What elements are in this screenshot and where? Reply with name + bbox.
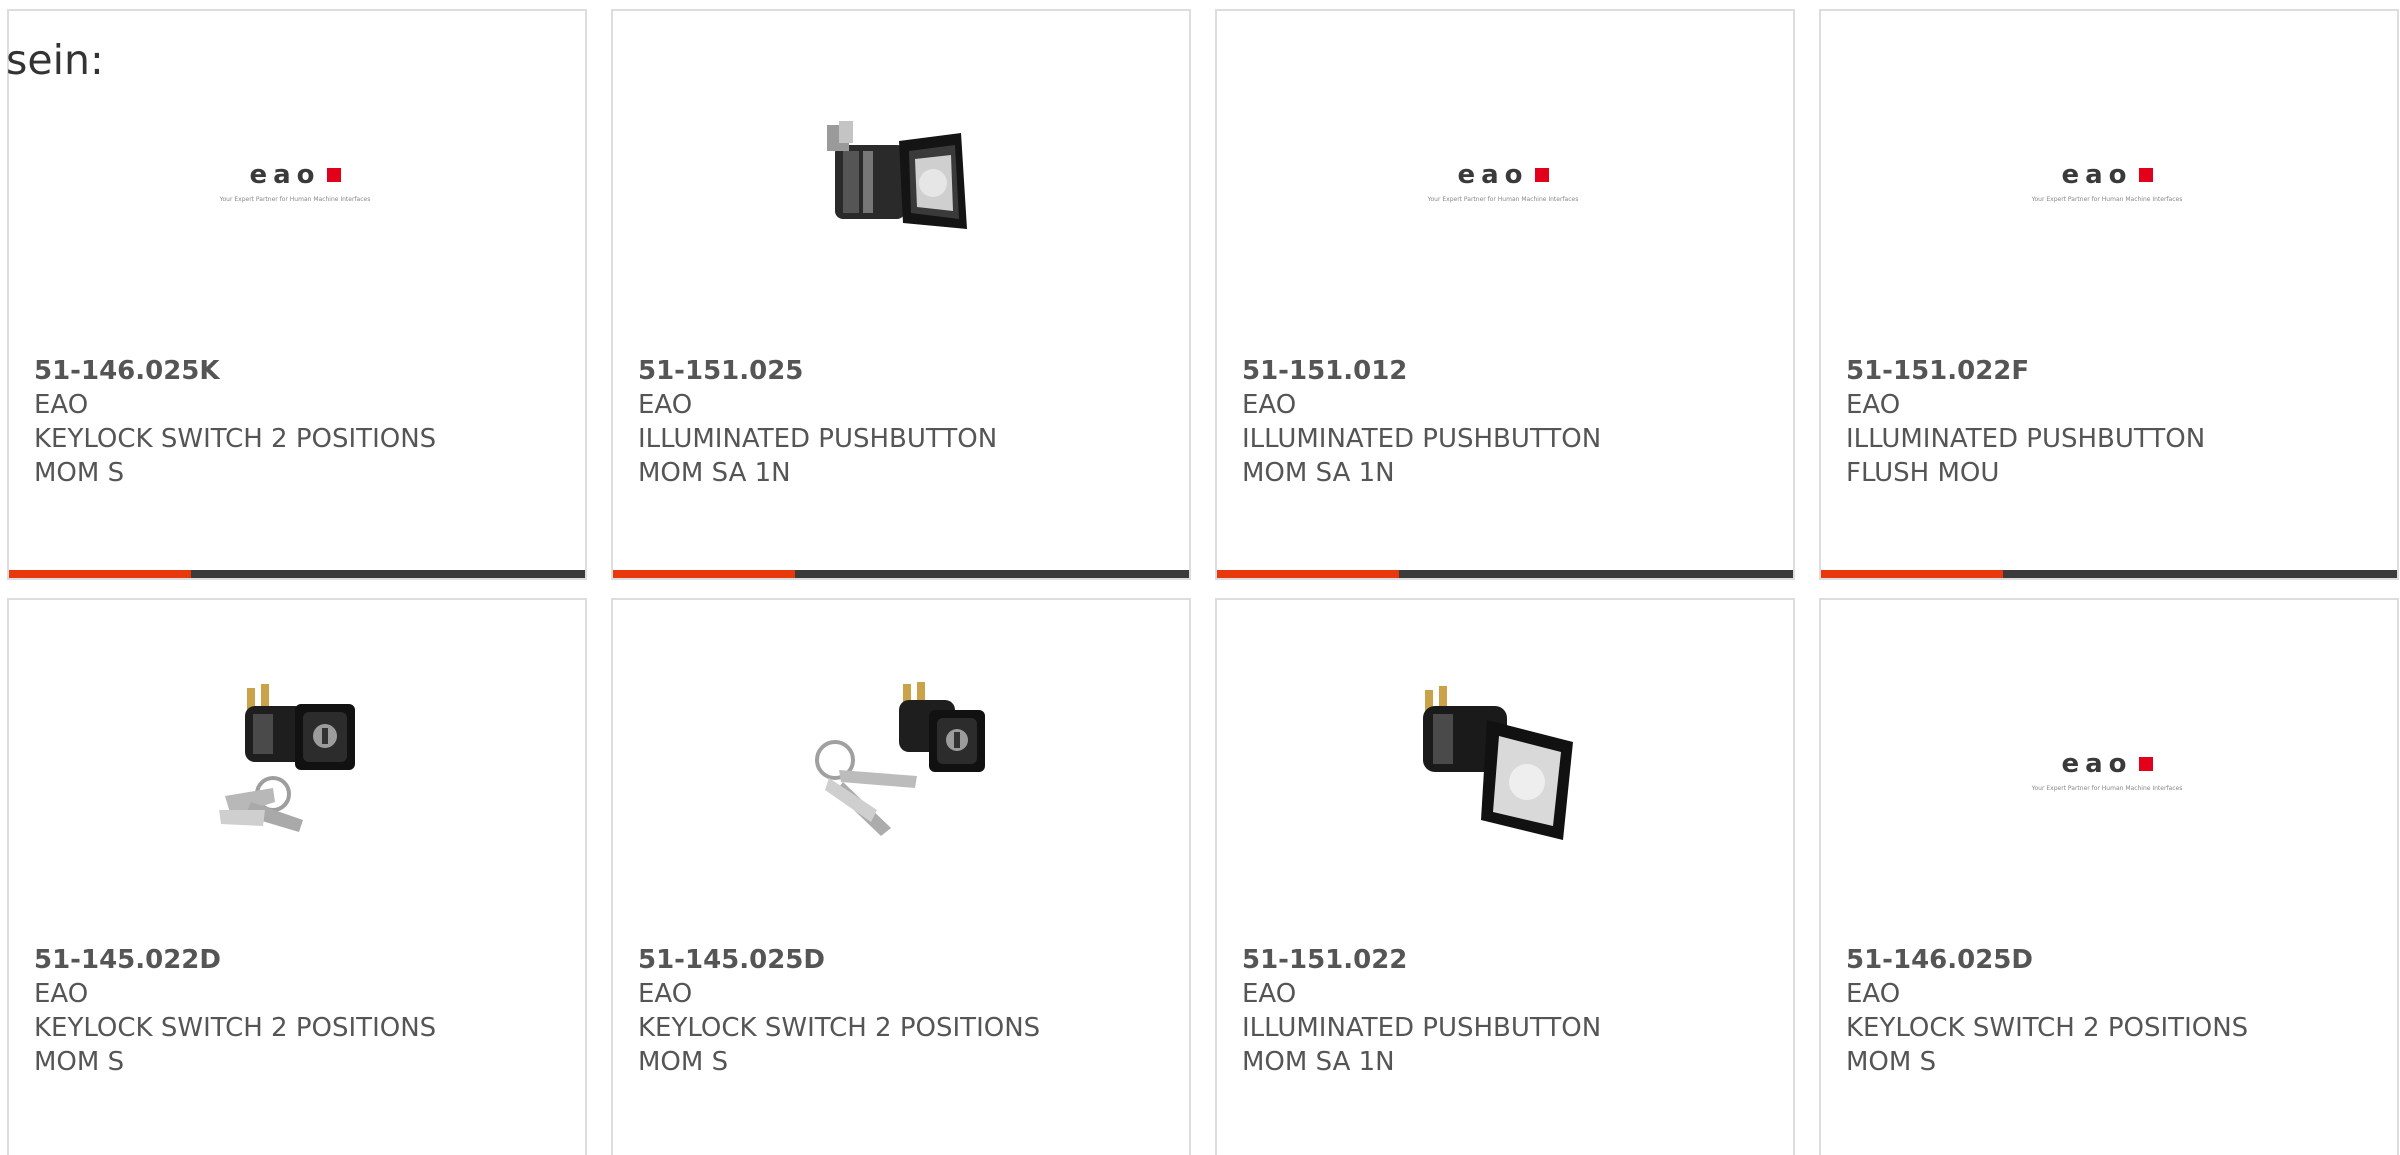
description-line-2: MOM SA 1N xyxy=(1242,458,1395,488)
logo-red-square xyxy=(1534,167,1549,182)
description-line-1: KEYLOCK SWITCH 2 POSITIONS xyxy=(34,424,437,454)
brand-label: EAO xyxy=(34,390,89,420)
logo-red-square xyxy=(2138,167,2153,182)
part-number-link[interactable]: 51-145.022D xyxy=(34,943,565,977)
eao-logo: eao Your Expert Partner for Human Machin… xyxy=(2031,159,2183,203)
card-accent-bar xyxy=(9,570,585,578)
eao-logo: eao Your Expert Partner for Human Machin… xyxy=(219,159,371,203)
intro-text: sein: xyxy=(6,36,104,84)
keylock-switch-photo xyxy=(195,670,395,870)
product-info: 51-146.025K EAO KEYLOCK SWITCH 2 POSITIO… xyxy=(34,354,565,490)
illuminated-pushbutton-photo xyxy=(799,81,999,281)
card-accent-bar xyxy=(1821,570,2397,578)
part-number-link[interactable]: 51-146.025D xyxy=(1846,943,2377,977)
product-image[interactable] xyxy=(799,81,999,281)
logo-red-square xyxy=(2138,756,2153,771)
description-line-2: MOM S xyxy=(1846,1047,1937,1077)
product-image[interactable] xyxy=(799,670,999,870)
product-info: 51-151.012 EAO ILLUMINATED PUSHBUTTON MO… xyxy=(1242,354,1773,490)
keylock-switch-photo xyxy=(799,670,999,870)
description-line-1: ILLUMINATED PUSHBUTTON xyxy=(638,424,998,454)
product-card[interactable]: 51-151.022 EAO ILLUMINATED PUSHBUTTON MO… xyxy=(1215,598,1795,1155)
part-number-link[interactable]: 51-151.012 xyxy=(1242,354,1773,388)
eao-logo: eao Your Expert Partner for Human Machin… xyxy=(1427,159,1579,203)
brand-label: EAO xyxy=(638,390,693,420)
product-card[interactable]: eao Your Expert Partner for Human Machin… xyxy=(1215,9,1795,580)
brand-label: EAO xyxy=(1242,979,1297,1009)
logo-tagline: Your Expert Partner for Human Machine In… xyxy=(2031,195,2183,203)
description-line-2: MOM S xyxy=(34,458,125,488)
description-line-2: MOM SA 1N xyxy=(1242,1047,1395,1077)
brand-label: EAO xyxy=(34,979,89,1009)
description-line-2: FLUSH MOU xyxy=(1846,458,2000,488)
description-line-1: ILLUMINATED PUSHBUTTON xyxy=(1242,1013,1602,1043)
description-line-2: MOM S xyxy=(34,1047,125,1077)
part-number-link[interactable]: 51-145.025D xyxy=(638,943,1169,977)
product-card[interactable]: 51-145.022D EAO KEYLOCK SWITCH 2 POSITIO… xyxy=(7,598,587,1155)
part-number-link[interactable]: 51-146.025K xyxy=(34,354,565,388)
product-image[interactable]: eao Your Expert Partner for Human Machin… xyxy=(2007,81,2207,281)
illuminated-pushbutton-photo xyxy=(1403,670,1603,870)
description-line-2: MOM SA 1N xyxy=(638,458,791,488)
product-card[interactable]: eao Your Expert Partner for Human Machin… xyxy=(1819,598,2399,1155)
card-accent-bar xyxy=(1217,570,1793,578)
product-info: 51-151.025 EAO ILLUMINATED PUSHBUTTON MO… xyxy=(638,354,1169,490)
brand-label: EAO xyxy=(1846,390,1901,420)
product-card[interactable]: 51-145.025D EAO KEYLOCK SWITCH 2 POSITIO… xyxy=(611,598,1191,1155)
product-grid-page: sein: eao Your Expert Partner for Human … xyxy=(0,0,2400,1155)
brand-label: EAO xyxy=(1242,390,1297,420)
logo-tagline: Your Expert Partner for Human Machine In… xyxy=(219,195,371,203)
product-image[interactable]: eao Your Expert Partner for Human Machin… xyxy=(1403,81,1603,281)
product-info: 51-151.022 EAO ILLUMINATED PUSHBUTTON MO… xyxy=(1242,943,1773,1079)
description-line-1: KEYLOCK SWITCH 2 POSITIONS xyxy=(34,1013,437,1043)
product-card[interactable]: eao Your Expert Partner for Human Machin… xyxy=(7,9,587,580)
logo-tagline: Your Expert Partner for Human Machine In… xyxy=(1427,195,1579,203)
product-card[interactable]: 51-151.025 EAO ILLUMINATED PUSHBUTTON MO… xyxy=(611,9,1191,580)
product-image[interactable]: eao Your Expert Partner for Human Machin… xyxy=(195,81,395,281)
product-image[interactable]: eao Your Expert Partner for Human Machin… xyxy=(2007,670,2207,870)
description-line-1: ILLUMINATED PUSHBUTTON xyxy=(1846,424,2206,454)
brand-label: EAO xyxy=(638,979,693,1009)
description-line-1: KEYLOCK SWITCH 2 POSITIONS xyxy=(1846,1013,2249,1043)
product-info: 51-145.025D EAO KEYLOCK SWITCH 2 POSITIO… xyxy=(638,943,1169,1079)
card-accent-bar xyxy=(613,570,1189,578)
part-number-link[interactable]: 51-151.022F xyxy=(1846,354,2377,388)
product-image[interactable] xyxy=(195,670,395,870)
part-number-link[interactable]: 51-151.022 xyxy=(1242,943,1773,977)
logo-red-square xyxy=(326,167,341,182)
product-info: 51-151.022F EAO ILLUMINATED PUSHBUTTON F… xyxy=(1846,354,2377,490)
description-line-2: MOM S xyxy=(638,1047,729,1077)
part-number-link[interactable]: 51-151.025 xyxy=(638,354,1169,388)
product-info: 51-146.025D EAO KEYLOCK SWITCH 2 POSITIO… xyxy=(1846,943,2377,1079)
logo-tagline: Your Expert Partner for Human Machine In… xyxy=(2031,784,2183,792)
product-card[interactable]: eao Your Expert Partner for Human Machin… xyxy=(1819,9,2399,580)
brand-label: EAO xyxy=(1846,979,1901,1009)
product-image[interactable] xyxy=(1403,670,1603,870)
description-line-1: ILLUMINATED PUSHBUTTON xyxy=(1242,424,1602,454)
eao-logo: eao Your Expert Partner for Human Machin… xyxy=(2031,748,2183,792)
product-info: 51-145.022D EAO KEYLOCK SWITCH 2 POSITIO… xyxy=(34,943,565,1079)
description-line-1: KEYLOCK SWITCH 2 POSITIONS xyxy=(638,1013,1041,1043)
